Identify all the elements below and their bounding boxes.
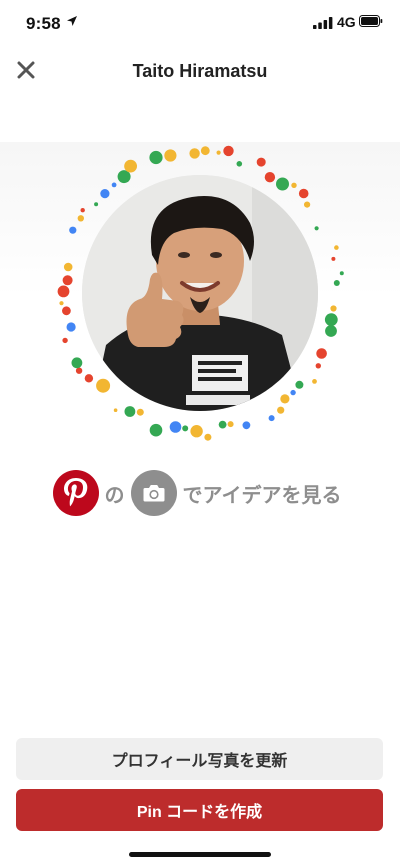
header: Taito Hiramatsu bbox=[0, 44, 400, 100]
profile-person-image bbox=[82, 175, 318, 411]
status-time: 9:58 bbox=[26, 14, 61, 33]
profile-photo bbox=[82, 175, 318, 411]
home-indicator bbox=[129, 852, 271, 857]
caption-suffix: でアイデアを見る bbox=[182, 484, 342, 507]
create-pin-code-button[interactable]: Pin コードを作成 bbox=[16, 789, 383, 831]
network-type: 4G bbox=[337, 14, 356, 30]
battery-icon bbox=[359, 15, 383, 27]
header-title: Taito Hiramatsu bbox=[132, 61, 268, 81]
status-bar: 9:58 4G bbox=[0, 0, 400, 44]
pinterest-logo-icon bbox=[52, 470, 99, 516]
update-profile-photo-button[interactable]: プロフィール写真を更新 bbox=[16, 738, 383, 780]
camera-icon bbox=[130, 470, 177, 516]
location-arrow-icon bbox=[67, 16, 77, 26]
signal-bars-icon bbox=[313, 17, 333, 29]
caption-connector: の bbox=[104, 484, 125, 507]
visual-search-caption: の でアイデアを見る bbox=[0, 470, 400, 516]
